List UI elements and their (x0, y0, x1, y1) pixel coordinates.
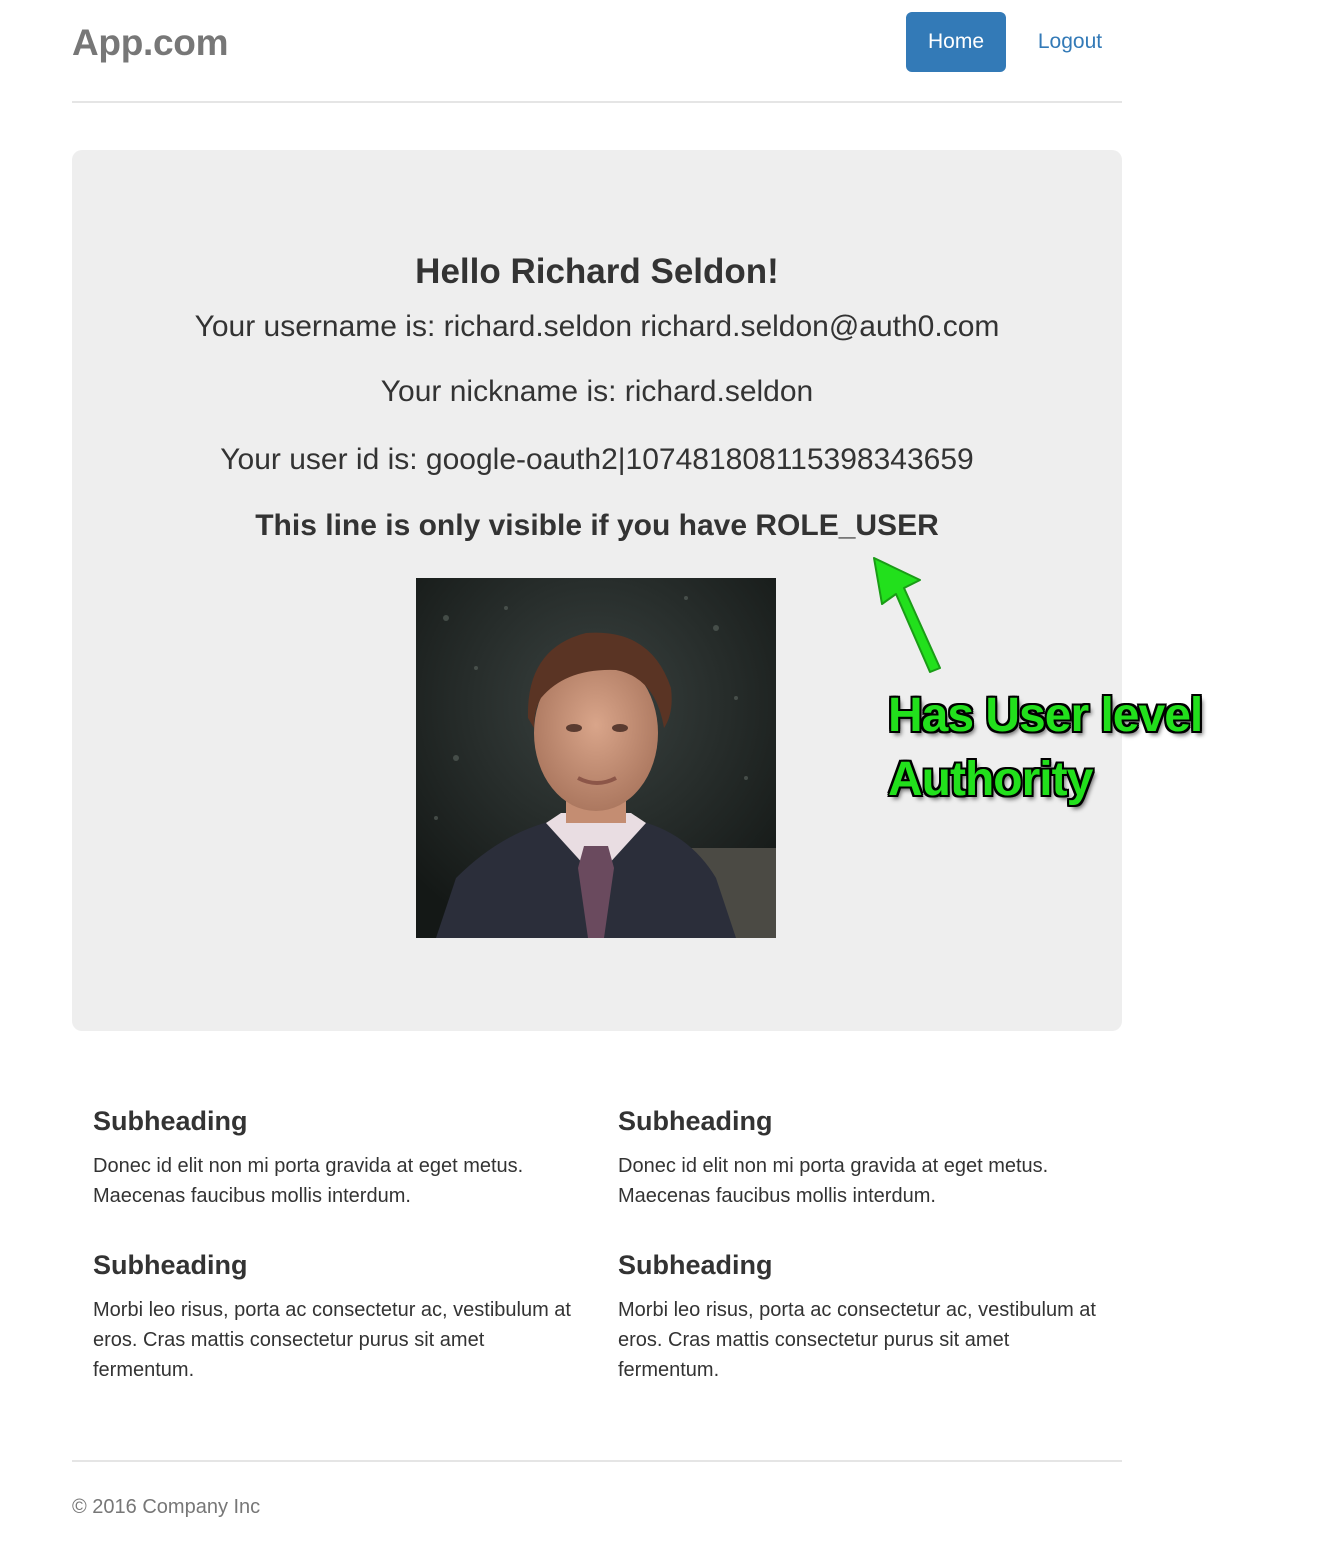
role-user-line: This line is only visible if you have RO… (255, 509, 939, 542)
section-heading: Subheading (618, 1250, 773, 1280)
user-avatar (416, 578, 776, 938)
section-heading: Subheading (618, 1106, 773, 1136)
section-2: Subheading Donec id elit non mi porta gr… (618, 1106, 1108, 1211)
annotation-arrow-icon (873, 557, 941, 673)
footer-copyright: © 2016 Company Inc (72, 1496, 261, 1518)
nickname-line: Your nickname is: richard.seldon (380, 375, 814, 408)
userid-line: Your user id is: google-oauth2|107481808… (220, 443, 974, 476)
section-3: Subheading Morbi leo risus, porta ac con… (93, 1250, 583, 1385)
username-line: Your username is: richard.seldon richard… (194, 310, 1000, 343)
section-body: Donec id elit non mi porta gravida at eg… (618, 1155, 1049, 1207)
greeting-heading: Hello Richard Seldon! (415, 252, 779, 291)
home-button[interactable]: Home (906, 12, 1006, 72)
section-heading: Subheading (93, 1106, 248, 1136)
section-body: Morbi leo risus, porta ac consectetur ac… (618, 1299, 1096, 1381)
footer: © 2016 Company Inc (72, 1460, 1122, 1518)
annotation-line-2: Authority (888, 753, 1093, 806)
section-4: Subheading Morbi leo risus, porta ac con… (618, 1250, 1108, 1385)
section-body: Morbi leo risus, porta ac consectetur ac… (93, 1299, 571, 1381)
brand-title[interactable]: App.com (72, 22, 228, 64)
annotation-line-1: Has User level (888, 689, 1203, 742)
page: App.com Home Logout Hello Richard Seldon… (0, 0, 1318, 1556)
section-heading: Subheading (93, 1250, 248, 1280)
section-body: Donec id elit non mi porta gravida at eg… (93, 1155, 524, 1207)
section-1: Subheading Donec id elit non mi porta gr… (93, 1106, 583, 1211)
profile-jumbotron: Hello Richard Seldon! Your username is: … (72, 150, 1122, 1031)
logout-link[interactable]: Logout (1024, 12, 1116, 72)
annotation-label: Has User level Authority (888, 684, 1203, 812)
avatar-photo (416, 578, 776, 938)
header: App.com Home Logout (72, 0, 1122, 103)
